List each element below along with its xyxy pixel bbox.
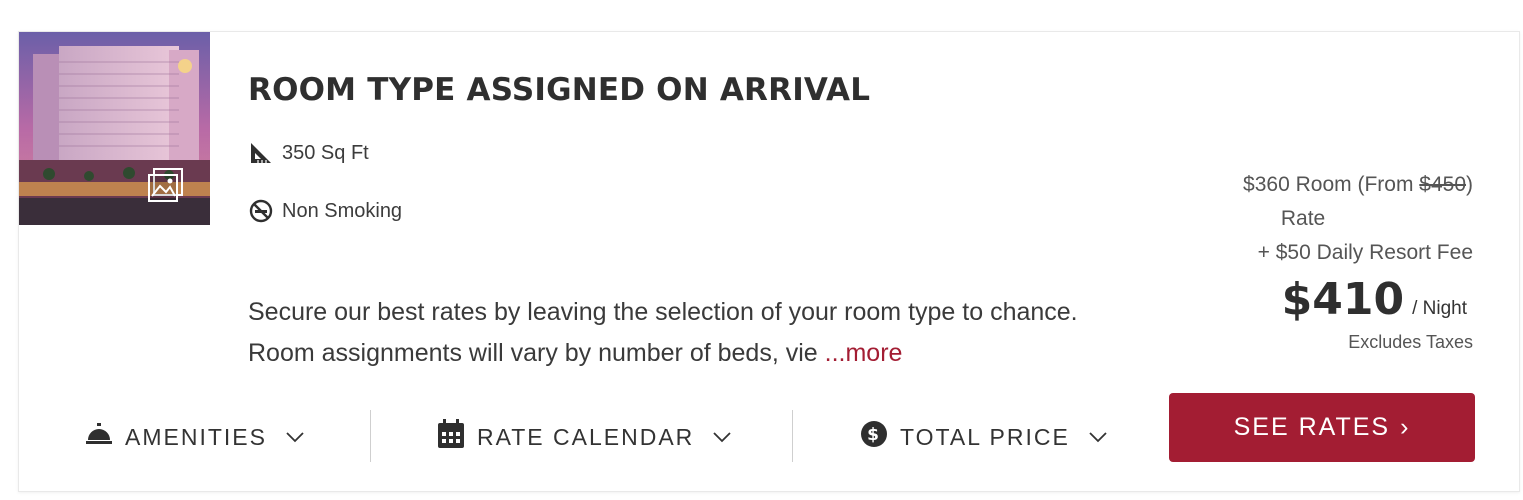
chevron-right-icon: › (1400, 413, 1411, 441)
pricing-block: $360 Room (From $450) Rate + $50 Daily R… (1243, 168, 1473, 353)
room-size: 350 Sq Ft (248, 140, 369, 166)
dollar-circle-icon: $ (860, 420, 888, 454)
amenities-tab[interactable]: AMENITIES (85, 410, 305, 464)
total-price-tab[interactable]: $ TOTAL PRICE (860, 410, 1108, 464)
gallery-icon[interactable] (145, 165, 187, 207)
per-night-label: / Night (1412, 298, 1467, 319)
rate-word: Rate (1280, 207, 1326, 230)
room-title: ROOM TYPE ASSIGNED ON ARRIVAL (248, 72, 871, 108)
tab-divider (370, 410, 371, 462)
room-rate-suffix: ) (1466, 173, 1473, 196)
rate-calendar-label: RATE CALENDAR (477, 423, 695, 450)
nightly-total: $410 (1281, 274, 1405, 325)
smoking-policy-label: Non Smoking (282, 199, 403, 222)
service-bell-icon (85, 422, 113, 452)
detail-tabs: AMENITIES RATE CALENDAR $ TOTAL PRICE (19, 410, 1149, 464)
resort-fee: + $50 Daily Resort Fee (1257, 241, 1473, 264)
room-rate-line: $360 Room (From $450) (1243, 168, 1473, 202)
amenities-label: AMENITIES (125, 423, 267, 450)
svg-text:$: $ (867, 425, 881, 445)
more-link[interactable]: ...more (825, 339, 903, 367)
excludes-taxes: Excludes Taxes (1348, 332, 1473, 352)
room-description-text: Secure our best rates by leaving the sel… (248, 298, 1078, 367)
original-price: $450 (1419, 173, 1466, 196)
rate-calendar-tab[interactable]: RATE CALENDAR (437, 410, 732, 464)
total-price-label: TOTAL PRICE (900, 423, 1070, 450)
see-rates-label: SEE RATES (1233, 413, 1391, 441)
room-rate-prefix: $360 Room (From (1243, 173, 1420, 196)
room-card: ROOM TYPE ASSIGNED ON ARRIVAL 350 Sq Ft … (18, 31, 1520, 492)
chevron-down-icon (1088, 431, 1108, 443)
no-smoking-icon (248, 198, 274, 224)
chevron-down-icon (712, 431, 732, 443)
room-size-label: 350 Sq Ft (282, 141, 369, 164)
ruler-icon (248, 140, 274, 166)
total-price-row: $410 / Night (1243, 272, 1473, 328)
calendar-icon (437, 419, 465, 455)
room-thumbnail[interactable] (19, 32, 210, 225)
chevron-down-icon (285, 431, 305, 443)
tab-divider (792, 410, 793, 462)
room-description: Secure our best rates by leaving the sel… (248, 292, 1118, 374)
smoking-policy: Non Smoking (248, 198, 402, 224)
see-rates-button[interactable]: SEE RATES › (1169, 393, 1475, 462)
